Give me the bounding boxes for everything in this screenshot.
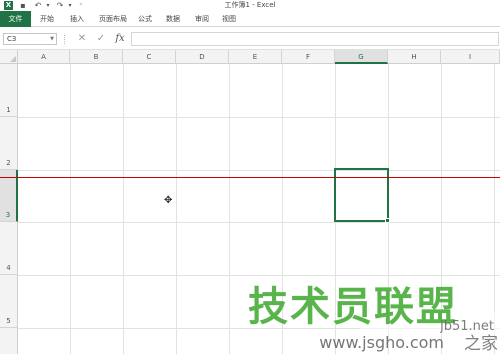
fill-handle[interactable] — [385, 218, 390, 223]
watermark-site2: www.jsgho.com — [319, 333, 444, 352]
cancel-icon[interactable]: ✕ — [76, 32, 88, 46]
grid-line — [123, 64, 124, 354]
name-box-value: C3 — [7, 35, 17, 43]
column-header-b[interactable]: B — [70, 50, 123, 64]
row-header-label: 1 — [6, 106, 11, 114]
column-header-e[interactable]: E — [229, 50, 282, 64]
grid-line — [494, 64, 495, 354]
chevron-down-icon[interactable]: ▼ — [50, 34, 54, 44]
formula-input[interactable] — [131, 32, 499, 46]
row-header-label: 4 — [6, 264, 11, 272]
row-header-label: 3 — [5, 211, 11, 219]
enter-icon[interactable]: ✓ — [95, 32, 107, 46]
formula-bar: C3 ▼ ✕ ✓ fx — [0, 27, 500, 50]
ribbon-tabs: 文件 开始 插入 页面布局 公式 数据 审阅 视图 — [0, 11, 500, 27]
column-header-h[interactable]: H — [388, 50, 441, 64]
worksheet-grid[interactable]: A B C D E F G H I 1 2 3 4 5 ✥ 技术员联盟 jb51… — [0, 50, 500, 354]
tab-view[interactable]: 视图 — [218, 13, 240, 25]
row-header-label: 2 — [6, 159, 11, 167]
grid-line — [18, 117, 500, 118]
select-all-button[interactable] — [0, 50, 18, 64]
move-cursor-icon: ✥ — [164, 195, 173, 206]
column-header-a[interactable]: A — [18, 50, 70, 64]
tab-home[interactable]: 开始 — [36, 13, 58, 25]
tab-insert[interactable]: 插入 — [66, 13, 88, 25]
column-header-f[interactable]: F — [282, 50, 335, 64]
grid-line — [229, 64, 230, 354]
name-box[interactable]: C3 ▼ — [3, 33, 57, 45]
column-header-d[interactable]: D — [176, 50, 229, 64]
tab-review[interactable]: 审阅 — [191, 13, 213, 25]
row-header-5[interactable]: 5 — [0, 275, 18, 328]
column-header-g[interactable]: G — [335, 50, 388, 64]
insert-function-icon[interactable]: fx — [113, 32, 127, 46]
row-header-6[interactable] — [0, 328, 18, 354]
window-title: 工作簿1 - Excel — [224, 1, 276, 9]
column-header-c[interactable]: C — [123, 50, 176, 64]
tab-formulas[interactable]: 公式 — [134, 13, 156, 25]
row-header-2[interactable]: 2 — [0, 117, 18, 170]
grid-line — [18, 170, 500, 171]
tab-data[interactable]: 数据 — [162, 13, 184, 25]
watermark-home: 之家 — [464, 334, 498, 354]
grid-line — [18, 222, 500, 223]
tab-file[interactable]: 文件 — [0, 11, 31, 27]
title-bar: X ▪ ↶ ▾ ↷ ▾ ⁼ 工作簿1 - Excel — [0, 0, 500, 11]
red-guide-line — [0, 177, 500, 178]
row-header-label: 5 — [6, 317, 11, 325]
formula-bar-divider — [64, 35, 65, 44]
grid-line — [70, 64, 71, 354]
grid-line — [176, 64, 177, 354]
row-header-4[interactable]: 4 — [0, 222, 18, 275]
row-header-1[interactable]: 1 — [0, 64, 18, 117]
tab-page-layout[interactable]: 页面布局 — [94, 13, 132, 25]
column-header-i[interactable]: I — [441, 50, 500, 64]
watermark-brand: 技术员联盟 — [248, 284, 458, 330]
